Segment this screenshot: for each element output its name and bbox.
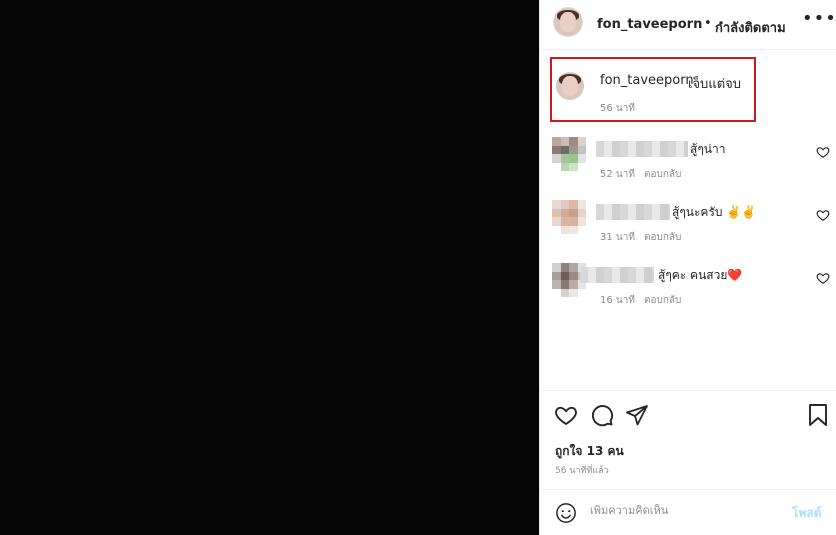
comment-bubble-icon[interactable] xyxy=(590,403,614,427)
like-comment-heart-icon[interactable] xyxy=(816,271,830,285)
caption-avatar[interactable] xyxy=(556,72,584,100)
comment-text: สู้ๆนะครับ ✌️✌️ xyxy=(672,205,757,219)
post-panel: fon_taveeporn • กำลังติดตาม ••• fon_tave… xyxy=(539,0,836,535)
comment-item: สู้ๆคะ คนสวย❤️ 16 นาที ตอบกลับ xyxy=(540,263,836,319)
comment-item: สู้ๆนะครับ ✌️✌️ 31 นาที ตอบกลับ xyxy=(540,200,836,256)
blurred-username[interactable] xyxy=(596,141,688,157)
blurred-username[interactable] xyxy=(596,204,670,220)
blurred-avatar[interactable] xyxy=(552,137,586,171)
post-header: fon_taveeporn • กำลังติดตาม ••• xyxy=(540,0,836,50)
post-comment-button[interactable]: โพสต์ xyxy=(792,504,821,523)
reply-button[interactable]: ตอบกลับ xyxy=(644,230,681,245)
save-bookmark-icon[interactable] xyxy=(807,403,829,427)
comment-item: สู้ๆน่าา 52 นาที ตอบกลับ xyxy=(540,137,836,193)
posted-time[interactable]: 56 นาทีที่แล้ว xyxy=(555,463,609,477)
like-count[interactable]: ถูกใจ 13 คน xyxy=(555,442,624,461)
follow-status[interactable]: กำลังติดตาม xyxy=(715,17,786,38)
comment-time[interactable]: 52 นาที xyxy=(600,167,635,182)
more-options-icon[interactable]: ••• xyxy=(802,8,836,29)
caption-username[interactable]: fon_taveeporn xyxy=(600,73,694,88)
reply-button[interactable]: ตอบกลับ xyxy=(644,293,681,308)
post-media[interactable] xyxy=(0,0,539,535)
blurred-username[interactable] xyxy=(580,267,654,283)
separator-dot: • xyxy=(704,16,712,31)
author-avatar[interactable] xyxy=(553,7,583,37)
comment-time[interactable]: 31 นาที xyxy=(600,230,635,245)
add-comment-bar: โพสต์ xyxy=(540,489,836,535)
reply-button[interactable]: ตอบกลับ xyxy=(644,167,681,182)
comment-text: สู้ๆคะ คนสวย❤️ xyxy=(658,268,743,282)
comment-time[interactable]: 16 นาที xyxy=(600,293,635,308)
blurred-avatar[interactable] xyxy=(552,200,586,234)
author-username[interactable]: fon_taveeporn xyxy=(597,17,702,32)
like-comment-heart-icon[interactable] xyxy=(816,145,830,159)
caption-text: เจ็บแต่จบ xyxy=(688,77,742,92)
caption-time[interactable]: 56 นาที xyxy=(600,101,635,116)
comment-input[interactable] xyxy=(590,504,770,517)
action-bar-divider xyxy=(540,390,836,392)
comment-text: สู้ๆน่าา xyxy=(690,142,726,156)
emoji-smiley-icon[interactable] xyxy=(555,502,577,524)
like-heart-icon[interactable] xyxy=(554,403,578,427)
like-comment-heart-icon[interactable] xyxy=(816,208,830,222)
share-paper-plane-icon[interactable] xyxy=(625,403,649,427)
